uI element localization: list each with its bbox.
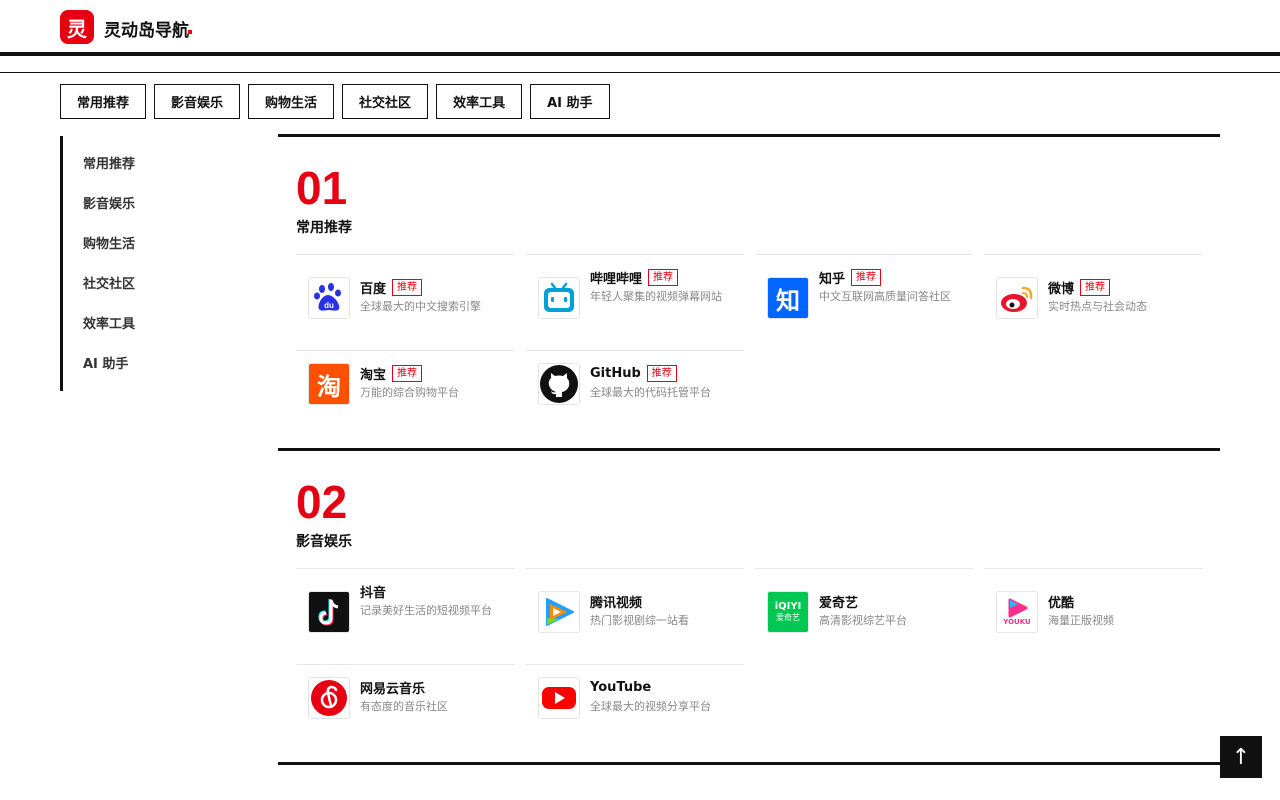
card-title: 百度 [360, 281, 387, 297]
section-divider [278, 762, 1220, 765]
site-card[interactable]: GitHub 推荐 全球最大的代码托管平台 [526, 350, 744, 436]
site-card[interactable]: 淘 淘宝 推荐 万能的综合购物平台 [296, 350, 514, 436]
site-header: 灵 灵动岛导航 [0, 0, 1280, 56]
sidebar-item-ai[interactable]: AI 助手 [63, 342, 180, 382]
card-title: YouTube [590, 679, 652, 695]
card-desc: 全球最大的中文搜索引擎 [360, 300, 481, 313]
card-desc: 海量正版视频 [1048, 614, 1114, 627]
recommend-badge: 推荐 [851, 268, 882, 286]
taobao-icon: 淘 [308, 363, 350, 405]
tab-social[interactable]: 社交社区 [342, 84, 429, 119]
tab-shopping[interactable]: 购物生活 [248, 84, 335, 119]
section-entertainment: 02 影音娱乐 抖音 记录美好生活的短视频平台 腾讯视频 热门影视剧综一站看 i… [278, 448, 1220, 764]
bilibili-icon [538, 277, 580, 319]
sidebar-item-entertainment[interactable]: 影音娱乐 [63, 182, 180, 222]
site-card[interactable]: 哔哩哔哩 推荐 年轻人聚集的视频弹幕网站 [526, 254, 744, 340]
sidebar-item-productivity[interactable]: 效率工具 [63, 302, 180, 342]
card-title: 抖音 [360, 585, 387, 601]
tab-productivity[interactable]: 效率工具 [436, 84, 523, 119]
card-title: 腾讯视频 [590, 595, 643, 611]
logo-dot [188, 30, 192, 34]
section-number: 02 [296, 476, 348, 528]
card-desc: 年轻人聚集的视频弹幕网站 [590, 290, 722, 303]
site-card[interactable]: 抖音 记录美好生活的短视频平台 [296, 568, 514, 654]
card-desc: 高清影视综艺平台 [819, 614, 907, 627]
card-title: 微博 [1048, 281, 1075, 297]
zhihu-icon: 知 [767, 277, 809, 319]
site-card[interactable]: YOUKU 优酷 海量正版视频 [984, 568, 1202, 654]
section-title: 影音娱乐 [296, 534, 352, 550]
baidu-icon: du [308, 277, 350, 319]
github-icon [538, 363, 580, 405]
tab-ai[interactable]: AI 助手 [530, 84, 610, 119]
site-card[interactable]: 微博 推荐 实时热点与社会动态 [984, 254, 1202, 340]
section-number: 01 [296, 162, 348, 214]
card-desc: 全球最大的视频分享平台 [590, 700, 711, 713]
card-desc: 中文互联网高质量问答社区 [819, 290, 951, 303]
youtube-icon [538, 677, 580, 719]
back-to-top-button[interactable]: ↑ [1220, 736, 1262, 778]
card-desc: 记录美好生活的短视频平台 [360, 604, 492, 617]
tab-entertainment[interactable]: 影音娱乐 [154, 84, 241, 119]
card-desc: 热门影视剧综一站看 [590, 614, 689, 627]
site-card[interactable]: iQIYI 爱奇艺 爱奇艺 高清影视综艺平台 [755, 568, 973, 654]
iqiyi-icon: iQIYI 爱奇艺 [767, 591, 809, 633]
weibo-icon [996, 277, 1038, 319]
recommend-badge: 推荐 [392, 278, 423, 296]
tab-common[interactable]: 常用推荐 [60, 84, 147, 119]
card-desc: 有态度的音乐社区 [360, 700, 448, 713]
card-title: 知乎 [819, 271, 846, 287]
logo-icon[interactable]: 灵 [60, 10, 94, 44]
divider [0, 72, 1280, 73]
site-card[interactable]: du 百度 推荐 全球最大的中文搜索引擎 [296, 254, 514, 340]
douyin-icon [308, 591, 350, 633]
card-title: 爱奇艺 [819, 595, 859, 611]
site-card[interactable]: 网易云音乐 有态度的音乐社区 [296, 664, 514, 750]
tencent-video-icon [538, 591, 580, 633]
sidebar: 常用推荐 影音娱乐 购物生活 社交社区 效率工具 AI 助手 [60, 136, 180, 391]
section-common: 01 常用推荐 du 百度 推荐 全球最大的中文搜索引擎 哔哩哔哩 推荐 年轻人… [278, 134, 1220, 450]
recommend-badge: 推荐 [648, 268, 679, 286]
site-title[interactable]: 灵动岛导航 [104, 16, 189, 41]
category-tabs: 常用推荐 影音娱乐 购物生活 社交社区 效率工具 AI 助手 [60, 84, 610, 119]
arrow-up-icon: ↑ [1231, 744, 1251, 770]
card-title: 淘宝 [360, 367, 387, 383]
card-desc: 万能的综合购物平台 [360, 386, 459, 399]
youku-icon: YOUKU [996, 591, 1038, 633]
section-title: 常用推荐 [296, 220, 352, 236]
site-card[interactable]: YouTube 全球最大的视频分享平台 [526, 664, 744, 750]
recommend-badge: 推荐 [392, 364, 423, 382]
site-card[interactable]: 腾讯视频 热门影视剧综一站看 [526, 568, 744, 654]
sidebar-item-common[interactable]: 常用推荐 [63, 142, 180, 182]
card-title: 网易云音乐 [360, 681, 426, 697]
card-desc: 全球最大的代码托管平台 [590, 386, 711, 399]
sidebar-item-shopping[interactable]: 购物生活 [63, 222, 180, 262]
svg-text:du: du [324, 301, 334, 310]
card-title: 优酷 [1048, 595, 1075, 611]
card-title: GitHub [590, 365, 641, 381]
card-desc: 实时热点与社会动态 [1048, 300, 1147, 313]
recommend-badge: 推荐 [646, 364, 677, 382]
sidebar-item-social[interactable]: 社交社区 [63, 262, 180, 302]
card-title: 哔哩哔哩 [590, 271, 643, 287]
site-card[interactable]: 知 知乎 推荐 中文互联网高质量问答社区 [755, 254, 973, 340]
netease-music-icon [308, 677, 350, 719]
recommend-badge: 推荐 [1080, 278, 1111, 296]
